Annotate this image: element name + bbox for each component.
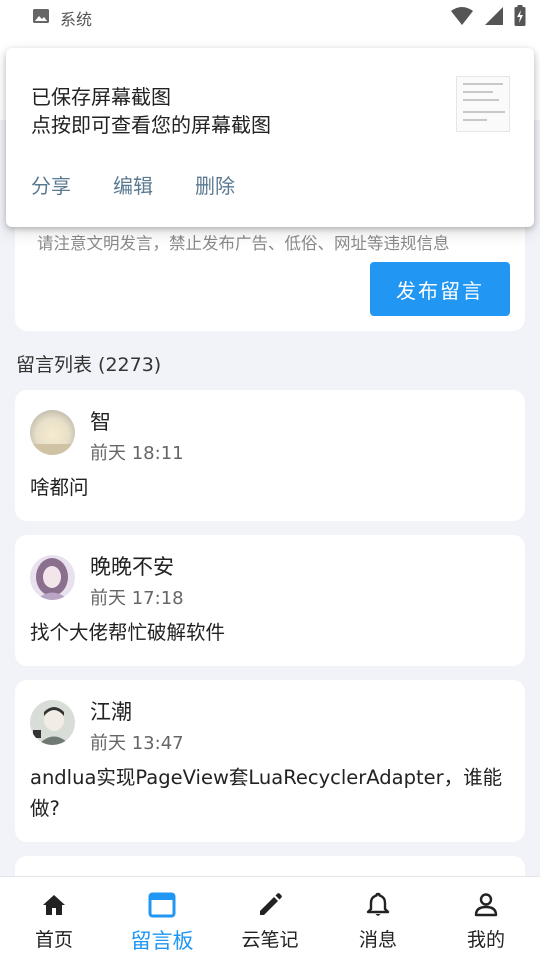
message-list-header: 留言列表 (2273) bbox=[16, 354, 162, 376]
message-card[interactable]: 晚晚不安 前天 17:18 找个大佬帮忙破解软件 bbox=[15, 535, 525, 666]
message-author: 智 bbox=[90, 410, 111, 434]
message-author: 江潮 bbox=[90, 700, 132, 724]
message-author: 晚晚不安 bbox=[90, 555, 174, 579]
message-time: 前天 13:47 bbox=[90, 733, 184, 754]
nav-item-cloud-notes[interactable]: 云笔记 bbox=[216, 877, 324, 960]
nav-label-message-board: 留言板 bbox=[130, 929, 194, 953]
message-board-icon bbox=[148, 891, 176, 919]
composer-notice: 请注意文明发言，禁止发布广告、低俗、网址等违规信息 bbox=[37, 234, 450, 253]
status-icons bbox=[450, 5, 526, 31]
screenshot-thumbnail[interactable] bbox=[456, 76, 510, 132]
share-action[interactable]: 分享 bbox=[31, 170, 71, 199]
status-bar: 系统 bbox=[0, 0, 540, 36]
image-icon bbox=[32, 7, 50, 29]
message-content: 找个大佬帮忙破解软件 bbox=[30, 621, 226, 644]
nav-item-message-board[interactable]: 留言板 bbox=[108, 877, 216, 960]
message-card[interactable]: 智 前天 18:11 啥都问 bbox=[15, 390, 525, 521]
message-time: 前天 17:18 bbox=[90, 588, 184, 609]
message-content: andlua实现PageView套LuaRecyclerAdapter，谁能做? bbox=[30, 766, 503, 820]
notification-subtitle: 点按即可查看您的屏幕截图 bbox=[31, 113, 271, 137]
nav-item-profile[interactable]: 我的 bbox=[432, 877, 540, 960]
nav-item-messages[interactable]: 消息 bbox=[324, 877, 432, 960]
notification-title: 已保存屏幕截图 bbox=[31, 85, 171, 109]
nav-label-messages: 消息 bbox=[358, 929, 397, 951]
message-content: 啥都问 bbox=[30, 476, 89, 499]
nav-label-home: 首页 bbox=[34, 929, 73, 951]
message-card[interactable]: 江潮 前天 13:47 andlua实现PageView套LuaRecycler… bbox=[15, 680, 525, 842]
pencil-icon bbox=[256, 891, 284, 919]
publish-button[interactable]: 发布留言 bbox=[370, 262, 510, 316]
avatar[interactable] bbox=[30, 700, 75, 745]
delete-action[interactable]: 删除 bbox=[195, 170, 235, 199]
status-left: 系统 bbox=[32, 6, 92, 30]
battery-charging-icon bbox=[514, 5, 526, 31]
home-icon bbox=[40, 891, 68, 919]
nav-item-home[interactable]: 首页 bbox=[0, 877, 108, 960]
wifi-icon bbox=[450, 6, 474, 30]
message-time: 前天 18:11 bbox=[90, 443, 184, 464]
screenshot-notification[interactable]: 已保存屏幕截图 点按即可查看您的屏幕截图 分享 编辑 删除 bbox=[6, 48, 534, 227]
avatar[interactable] bbox=[30, 555, 75, 600]
nav-label-profile: 我的 bbox=[466, 929, 505, 951]
status-app-label: 系统 bbox=[60, 10, 93, 29]
bottom-nav: 首页 留言板 云笔记 消息 我的 bbox=[0, 876, 540, 960]
nav-label-cloud-notes: 云笔记 bbox=[241, 929, 299, 951]
edit-action[interactable]: 编辑 bbox=[113, 170, 153, 199]
notification-actions: 分享 编辑 删除 bbox=[31, 170, 235, 199]
avatar[interactable] bbox=[30, 410, 75, 455]
bell-icon bbox=[364, 891, 392, 919]
signal-icon bbox=[484, 6, 504, 30]
person-icon bbox=[472, 891, 500, 919]
